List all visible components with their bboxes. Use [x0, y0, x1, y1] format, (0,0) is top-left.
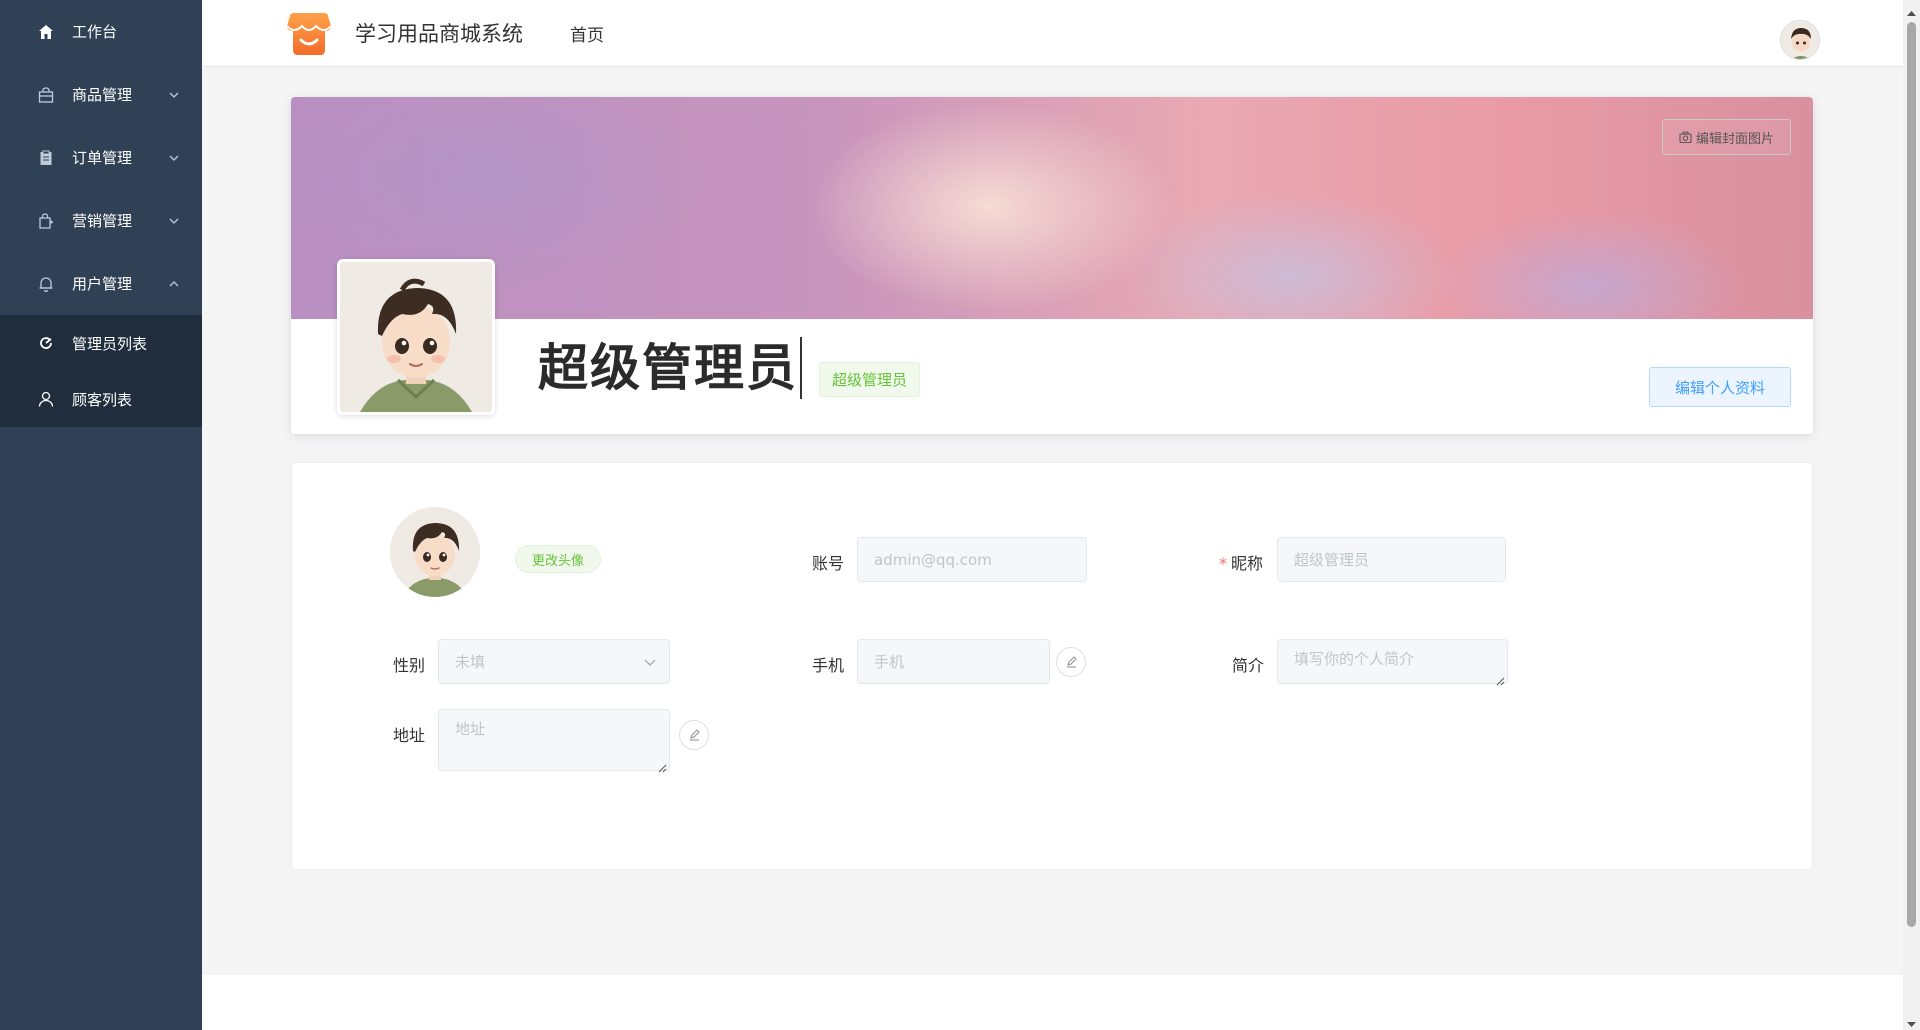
sidebar-item-label: 顾客列表 — [72, 390, 133, 409]
sidebar: 工作台 商品管理 订单管理 营销管理 用户管理 管理员列表 顾客列表 — [0, 0, 202, 1030]
breadcrumb-home-link[interactable]: 首页 — [570, 21, 604, 46]
edit-cover-label: 编辑封面图片 — [1695, 131, 1774, 147]
nickname-label: * 昵称 — [1219, 550, 1263, 574]
sidebar-item-admin-list[interactable]: 管理员列表 — [0, 315, 202, 371]
chevron-up-icon — [168, 278, 180, 290]
address-edit-button[interactable] — [679, 720, 709, 750]
top-header: 学习用品商城系统 首页 — [202, 0, 1920, 67]
sidebar-item-label: 工作台 — [72, 23, 118, 41]
sidebar-item-label: 营销管理 — [72, 212, 133, 230]
sidebar-item-orders[interactable]: 订单管理 — [0, 126, 202, 189]
phone-label: 手机 — [812, 656, 845, 675]
bell-icon — [36, 274, 56, 294]
chevron-down-icon — [643, 655, 657, 669]
shop-logo-icon — [286, 12, 332, 56]
sidebar-item-products[interactable]: 商品管理 — [0, 63, 202, 126]
vertical-scrollbar[interactable] — [1903, 0, 1920, 1030]
sidebar-submenu-users: 管理员列表 顾客列表 — [0, 315, 202, 427]
intro-textarea[interactable]: 填写你的个人简介 — [1277, 639, 1508, 686]
edit-cover-button[interactable]: 编辑封面图片 — [1661, 119, 1791, 155]
page-footer — [202, 975, 1903, 1030]
gender-select[interactable]: 未填 — [438, 639, 670, 684]
phone-field[interactable]: 手机 — [857, 639, 1050, 684]
bag-icon — [36, 85, 56, 105]
sidebar-item-workbench[interactable]: 工作台 — [0, 0, 202, 63]
cover-image — [291, 97, 1813, 319]
edit-profile-button[interactable]: 编辑个人资料 — [1649, 367, 1791, 407]
user-icon — [36, 389, 56, 409]
nickname-label-text: 昵称 — [1231, 554, 1264, 573]
refresh-icon — [36, 333, 56, 353]
sidebar-item-customer-list[interactable]: 顾客列表 — [0, 371, 202, 427]
camera-icon — [1679, 131, 1692, 144]
resize-grip-icon[interactable] — [658, 759, 667, 773]
header-avatar[interactable] — [1780, 20, 1820, 60]
sidebar-item-marketing[interactable]: 营销管理 — [0, 189, 202, 252]
system-title: 学习用品商城系统 — [355, 22, 523, 46]
profile-form-card: 更改头像 账号 admin@qq.com * 昵称 超级管理员 性别 未填 手机 … — [291, 462, 1813, 870]
resize-grip-icon[interactable] — [1496, 672, 1505, 686]
gender-label: 性别 — [393, 656, 426, 675]
address-placeholder: 地址 — [455, 720, 486, 738]
edit-pen-icon — [1065, 653, 1078, 672]
address-textarea[interactable]: 地址 — [438, 709, 670, 773]
sidebar-item-label: 管理员列表 — [72, 334, 148, 353]
address-label: 地址 — [393, 726, 426, 745]
gender-select-value: 未填 — [455, 653, 486, 671]
account-label: 账号 — [812, 554, 845, 573]
home-icon — [36, 22, 56, 42]
profile-avatar — [337, 259, 495, 415]
chevron-down-icon — [168, 152, 180, 164]
profile-name: 超级管理员 — [538, 337, 802, 399]
sidebar-item-label: 商品管理 — [72, 86, 133, 104]
role-badge: 超级管理员 — [819, 362, 921, 397]
intro-label: 简介 — [1232, 656, 1265, 675]
shopping-bag-icon — [36, 211, 56, 231]
form-avatar — [390, 507, 480, 597]
sidebar-item-users[interactable]: 用户管理 — [0, 252, 202, 315]
intro-placeholder: 填写你的个人简介 — [1294, 650, 1415, 668]
sidebar-item-label: 订单管理 — [72, 149, 133, 167]
edit-pen-icon — [688, 726, 701, 745]
chevron-down-icon — [168, 89, 180, 101]
required-marker: * — [1219, 554, 1227, 573]
phone-edit-button[interactable] — [1056, 647, 1086, 677]
scroll-up-icon[interactable] — [1906, 4, 1917, 16]
nickname-field[interactable]: 超级管理员 — [1277, 537, 1506, 582]
profile-card: 编辑封面图片 超级管理员 超级管理员 编辑个人资料 — [291, 97, 1813, 434]
chevron-down-icon — [168, 215, 180, 227]
clipboard-icon — [36, 148, 56, 168]
scrollbar-thumb[interactable] — [1907, 22, 1916, 927]
scroll-down-icon[interactable] — [1906, 1015, 1917, 1027]
change-avatar-button[interactable]: 更改头像 — [515, 545, 602, 573]
account-field[interactable]: admin@qq.com — [857, 537, 1087, 582]
sidebar-item-label: 用户管理 — [72, 275, 133, 293]
